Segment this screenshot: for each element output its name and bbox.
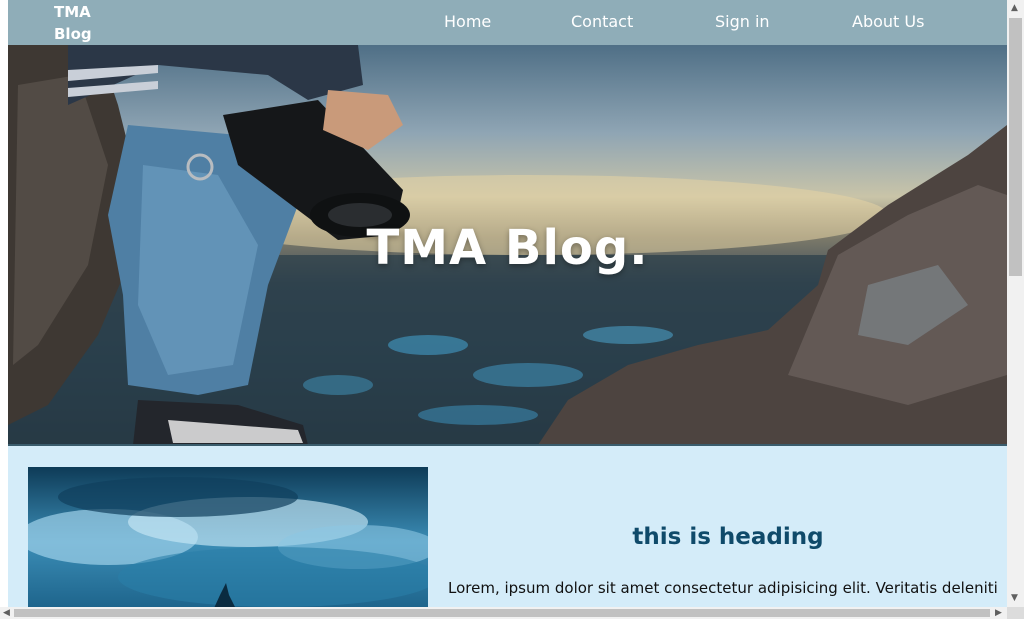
scroll-down-icon[interactable]: ▼ — [1011, 593, 1018, 603]
hero-bottom-border — [8, 444, 1007, 446]
post-image-clouds — [28, 467, 428, 607]
post-image — [28, 467, 428, 607]
navbar: TMA Blog Home Contact Sign in About Us — [8, 0, 1007, 45]
post-heading: this is heading — [632, 524, 824, 550]
hero-banner: TMA Blog. — [8, 45, 1007, 445]
nav-link-sign-in[interactable]: Sign in — [715, 12, 770, 31]
vertical-scrollbar[interactable]: ▲ ▼ — [1007, 0, 1024, 607]
scroll-up-icon[interactable]: ▲ — [1011, 3, 1018, 13]
scrollbar-corner — [1007, 607, 1024, 619]
site-logo[interactable]: TMA Blog — [54, 1, 104, 45]
nav-link-contact[interactable]: Contact — [571, 12, 633, 31]
horizontal-scrollbar[interactable]: ◀ ▶ — [0, 607, 1007, 619]
scroll-left-icon[interactable]: ◀ — [3, 608, 10, 618]
post-text: Lorem, ipsum dolor sit amet consectetur … — [448, 579, 998, 597]
horizontal-scroll-thumb[interactable] — [14, 609, 990, 617]
logo-line-1: TMA — [54, 3, 91, 21]
hero-title: TMA Blog. — [366, 220, 649, 276]
nav-link-about-us[interactable]: About Us — [852, 12, 924, 31]
scroll-right-icon[interactable]: ▶ — [995, 608, 1002, 618]
nav-link-home[interactable]: Home — [444, 12, 491, 31]
vertical-scroll-thumb[interactable] — [1009, 18, 1022, 276]
logo-line-2: Blog — [54, 25, 92, 43]
page-viewport: TMA Blog Home Contact Sign in About Us T… — [8, 0, 1007, 607]
